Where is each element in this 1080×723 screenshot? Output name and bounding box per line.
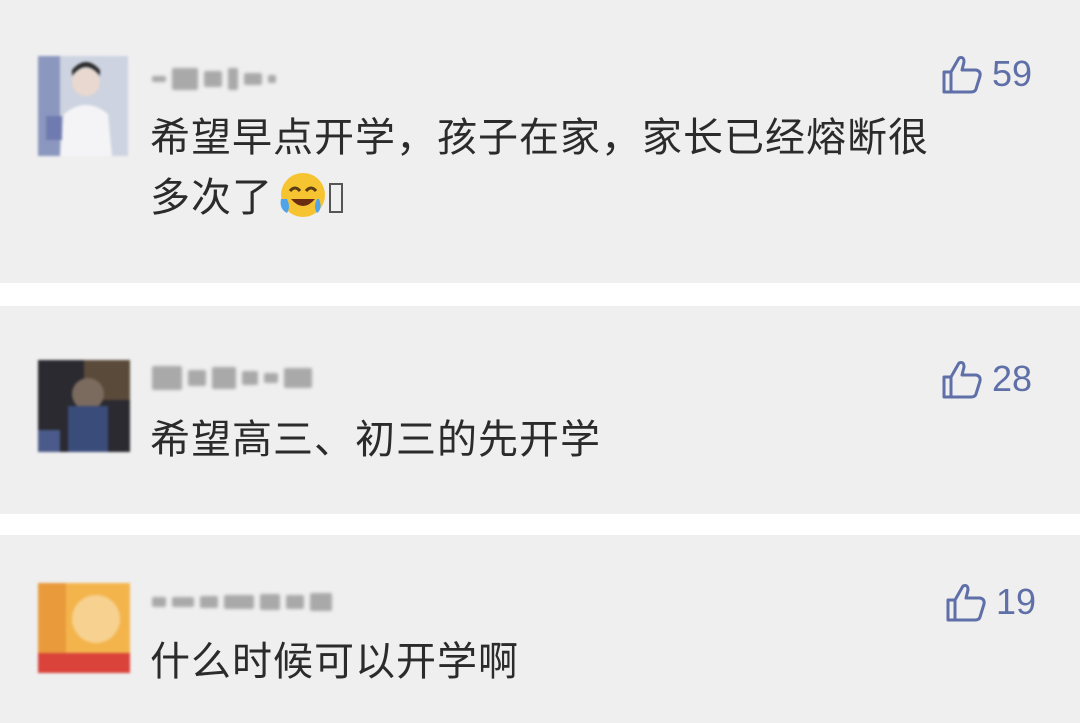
comment-text: 希望早点开学，孩子在家，家长已经熔断很 多次了	[150, 108, 1020, 228]
like-button[interactable]: 19	[944, 580, 1036, 624]
thumbs-up-icon	[946, 584, 986, 622]
laughing-crying-emoji-icon	[277, 169, 327, 219]
comment-feed: 希望早点开学，孩子在家，家长已经熔断很 多次了 59 希望高三、初三的先开学 2…	[0, 0, 1080, 723]
like-button[interactable]: 59	[940, 52, 1032, 96]
username-blurred[interactable]	[152, 363, 312, 393]
comment-card: 什么时候可以开学啊	[0, 535, 1080, 723]
avatar[interactable]	[38, 583, 130, 673]
avatar[interactable]	[38, 360, 130, 452]
like-count: 28	[992, 358, 1033, 399]
comment-card: 希望早点开学，孩子在家，家长已经熔断很 多次了	[0, 0, 1080, 283]
username-blurred[interactable]	[152, 587, 332, 617]
comment-line: 希望早点开学，孩子在家，家长已经熔断很	[150, 115, 929, 161]
comment-text: 什么时候可以开学啊	[150, 639, 519, 685]
comment-card: 希望高三、初三的先开学	[0, 306, 1080, 514]
thumbs-up-icon	[942, 56, 982, 94]
avatar[interactable]	[38, 56, 128, 156]
like-button[interactable]: 28	[940, 357, 1032, 401]
missing-glyph-box	[329, 183, 343, 213]
username-blurred[interactable]	[152, 64, 276, 94]
like-count: 19	[996, 581, 1037, 622]
comment-line-text: 多次了	[150, 175, 273, 221]
thumbs-up-icon	[942, 361, 982, 399]
like-count: 59	[992, 53, 1033, 94]
comment-text: 希望高三、初三的先开学	[150, 417, 601, 463]
comment-line: 多次了	[150, 168, 1020, 228]
